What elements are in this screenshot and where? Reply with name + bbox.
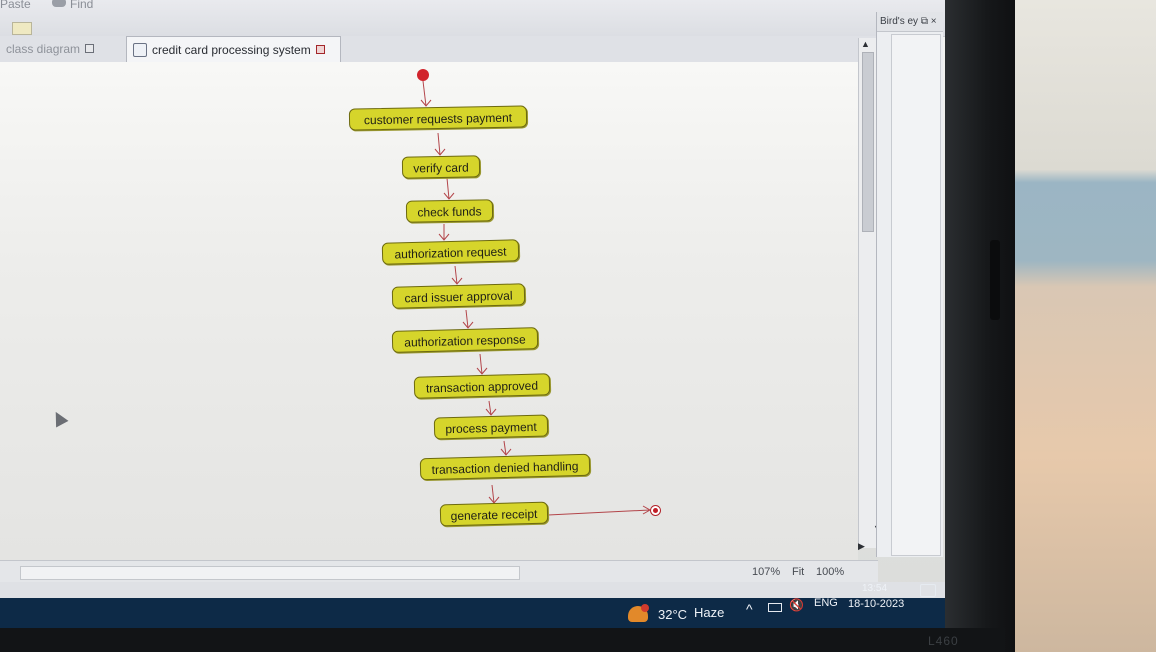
- zoom-100-button[interactable]: 100%: [816, 566, 844, 578]
- monitor-brand-label: L460: [928, 634, 959, 648]
- tab-class-diagram[interactable]: class diagram: [0, 36, 120, 61]
- vertical-scrollbar-thumb[interactable]: [862, 52, 874, 232]
- action-customer-requests-payment[interactable]: customer requests payment: [348, 105, 528, 131]
- binoculars-icon: [52, 0, 66, 7]
- action-transaction-approved[interactable]: transaction approved: [413, 373, 551, 399]
- activity-diagram-icon: [133, 42, 147, 57]
- find-button[interactable]: Find: [70, 0, 93, 11]
- birds-eye-header: Bird's ey ⧉ ×: [877, 12, 943, 32]
- paste-button[interactable]: Paste: [0, 0, 31, 11]
- action-process-payment[interactable]: process payment: [433, 414, 549, 440]
- weather-condition[interactable]: Haze: [694, 605, 724, 620]
- close-icon[interactable]: [315, 45, 325, 54]
- zoom-level: 107%: [752, 566, 781, 578]
- toolbar-note-icon[interactable]: [12, 22, 32, 35]
- background-room: [1005, 0, 1156, 652]
- birds-eye-panel: Bird's ey ⧉ ×: [876, 12, 943, 557]
- clock-date[interactable]: 18-10-2023: [848, 598, 904, 610]
- birds-eye-view[interactable]: [891, 34, 941, 556]
- initial-node[interactable]: [417, 69, 429, 81]
- tab-label: credit card processing system: [152, 42, 311, 57]
- weather-temperature[interactable]: 32°C: [658, 607, 687, 622]
- tab-label: class diagram: [6, 41, 81, 56]
- clock-time[interactable]: 13:54: [862, 583, 887, 594]
- zoom-fit-button[interactable]: Fit: [792, 566, 804, 578]
- action-card-issuer-approval[interactable]: card issuer approval: [391, 283, 526, 309]
- horizontal-scrollbar-track[interactable]: [20, 566, 520, 580]
- action-authorization-request[interactable]: authorization request: [381, 239, 520, 265]
- monitor-bezel-bottom: [0, 628, 1005, 652]
- windows-taskbar: [0, 598, 948, 630]
- birds-eye-title: Bird's ey: [880, 16, 919, 27]
- final-node[interactable]: [650, 505, 661, 516]
- show-hidden-icons-chevron-icon[interactable]: ^: [746, 601, 753, 617]
- action-generate-receipt[interactable]: generate receipt: [439, 501, 549, 527]
- action-check-funds[interactable]: check funds: [405, 199, 494, 223]
- tab-credit-card-processing-system[interactable]: credit card processing system: [126, 36, 341, 62]
- battery-icon[interactable]: [768, 603, 782, 612]
- action-verify-card[interactable]: verify card: [401, 155, 481, 179]
- input-language[interactable]: ENG: [814, 597, 838, 609]
- weather-alert-badge: [641, 604, 649, 612]
- close-icon[interactable]: ×: [931, 16, 937, 27]
- bezel-button: [990, 240, 1000, 320]
- monitor-bezel: [945, 0, 1015, 652]
- close-icon[interactable]: [85, 44, 95, 53]
- toolbar: Paste Find: [0, 0, 948, 37]
- scroll-up-icon[interactable]: ▲: [861, 39, 870, 49]
- action-authorization-response[interactable]: authorization response: [391, 327, 539, 353]
- restore-icon[interactable]: ⧉: [921, 16, 931, 27]
- notification-icon[interactable]: [920, 584, 936, 597]
- editor-tabbar: class diagram credit card processing sys…: [0, 36, 878, 63]
- speaker-muted-icon[interactable]: 🔇: [789, 598, 804, 612]
- screen: Paste Find class diagram credit card pro…: [0, 0, 948, 630]
- diagram-canvas[interactable]: [0, 62, 858, 562]
- scroll-right-icon[interactable]: ▶: [858, 541, 865, 552]
- action-transaction-denied-handling[interactable]: transaction denied handling: [419, 453, 591, 481]
